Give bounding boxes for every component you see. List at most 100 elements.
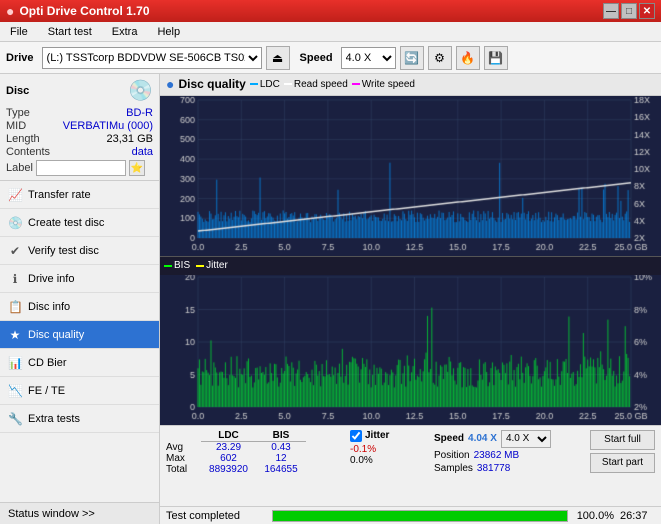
create-test-disc-icon: 💿	[8, 216, 22, 230]
avg-label: Avg	[166, 442, 201, 453]
avg-ldc: 23.29	[201, 442, 256, 453]
disc-mid-row: MID VERBATIMu (000)	[6, 120, 153, 132]
charts-container: BIS Jitter	[160, 96, 661, 425]
position-val: 23862 MB	[474, 450, 520, 461]
legend-jitter: Jitter	[196, 260, 228, 271]
nav-fe-te[interactable]: 📉 FE / TE	[0, 377, 159, 405]
disc-length-label: Length	[6, 133, 40, 145]
app-title: Opti Drive Control 1.70	[19, 4, 149, 18]
nav-fe-te-label: FE / TE	[28, 385, 65, 397]
legend-bis-label: BIS	[174, 260, 190, 271]
avg-bis: 0.43	[256, 442, 306, 453]
eject-button[interactable]: ⏏	[266, 46, 290, 70]
bottom-stats: LDC BIS Avg 23.29 0.43 Max 602 12 Tota	[160, 425, 661, 506]
disc-section: Disc 💿 Type BD-R MID VERBATIMu (000) Len…	[0, 74, 159, 181]
fe-te-icon: 📉	[8, 384, 22, 398]
drive-select[interactable]: (L:) TSSTcorp BDDVDW SE-506CB TS02	[42, 47, 262, 69]
disc-label-button[interactable]: ⭐	[129, 160, 145, 176]
menubar: File Start test Extra Help	[0, 22, 661, 42]
app-icon: ●	[6, 3, 14, 19]
start-part-button[interactable]: Start part	[590, 453, 655, 473]
chart-header: ● Disc quality LDC Read speed Write spee…	[160, 74, 661, 96]
speed-val: 4.04 X	[468, 433, 497, 444]
total-label: Total	[166, 464, 201, 475]
max-jitter: 0.0%	[350, 455, 430, 466]
speed-position-section: Speed 4.04 X 4.0 X Position 23862 MB Sam…	[434, 430, 564, 474]
close-button[interactable]: ✕	[639, 3, 655, 19]
top-chart-canvas	[160, 96, 661, 256]
bottom-chart-canvas	[160, 275, 661, 425]
titlebar-controls: — □ ✕	[603, 3, 655, 19]
chart-top	[160, 96, 661, 257]
nav-disc-info[interactable]: 📋 Disc info	[0, 293, 159, 321]
status-window-button[interactable]: Status window >>	[0, 502, 159, 524]
progress-bar	[272, 510, 568, 522]
menu-extra[interactable]: Extra	[106, 24, 144, 40]
speed-label: Speed	[300, 52, 333, 64]
samples-val: 381778	[477, 463, 510, 474]
nav-disc-quality-label: Disc quality	[28, 329, 84, 341]
burn-button[interactable]: 🔥	[456, 46, 480, 70]
jitter-section: Jitter -0.1% 0.0%	[350, 430, 430, 466]
start-full-button[interactable]: Start full	[590, 430, 655, 450]
jitter-checkbox[interactable]	[350, 430, 362, 442]
nav-extra-tests-label: Extra tests	[28, 413, 80, 425]
progress-fill	[273, 511, 567, 521]
refresh-button[interactable]: 🔄	[400, 46, 424, 70]
legend-ldc: LDC	[250, 79, 280, 90]
menu-help[interactable]: Help	[151, 24, 186, 40]
bis-header: BIS	[256, 430, 306, 442]
save-button[interactable]: 💾	[484, 46, 508, 70]
samples-label: Samples	[434, 463, 473, 474]
titlebar-left: ● Opti Drive Control 1.70	[6, 3, 150, 19]
menu-start-test[interactable]: Start test	[42, 24, 98, 40]
disc-contents-val: data	[132, 146, 153, 158]
nav-create-test-disc[interactable]: 💿 Create test disc	[0, 209, 159, 237]
max-label: Max	[166, 453, 201, 464]
right-panel: ● Disc quality LDC Read speed Write spee…	[160, 74, 661, 524]
stats-table: LDC BIS Avg 23.29 0.43 Max 602 12 Tota	[166, 430, 346, 475]
transfer-rate-icon: 📈	[8, 188, 22, 202]
nav-extra-tests[interactable]: 🔧 Extra tests	[0, 405, 159, 433]
disc-label-label: Label	[6, 162, 33, 174]
position-label: Position	[434, 450, 470, 461]
menu-file[interactable]: File	[4, 24, 34, 40]
titlebar: ● Opti Drive Control 1.70 — □ ✕	[0, 0, 661, 22]
legend-ldc-label: LDC	[260, 79, 280, 90]
legend-bis: BIS	[164, 260, 190, 271]
max-ldc: 602	[201, 453, 256, 464]
speed-select-stat[interactable]: 4.0 X	[501, 430, 551, 448]
extra-tests-icon: 🔧	[8, 412, 22, 426]
nav-transfer-rate-label: Transfer rate	[28, 189, 91, 201]
total-bis: 164655	[256, 464, 306, 475]
disc-section-title: Disc	[6, 85, 29, 97]
disc-contents-row: Contents data	[6, 146, 153, 158]
max-bis: 12	[256, 453, 306, 464]
progress-bar-section: Test completed 100.0% 26:37	[160, 506, 661, 524]
nav-create-test-disc-label: Create test disc	[28, 217, 104, 229]
disc-label-input[interactable]	[36, 160, 126, 176]
maximize-button[interactable]: □	[621, 3, 637, 19]
nav-disc-info-label: Disc info	[28, 301, 70, 313]
status-window-label: Status window >>	[8, 508, 95, 520]
avg-jitter: -0.1%	[350, 444, 430, 455]
nav-verify-test-disc[interactable]: ✔ Verify test disc	[0, 237, 159, 265]
nav-drive-info[interactable]: ℹ Drive info	[0, 265, 159, 293]
disc-icon: 💿	[128, 78, 153, 103]
disc-contents-label: Contents	[6, 146, 50, 158]
chart-bottom: BIS Jitter	[160, 257, 661, 425]
nav-disc-quality[interactable]: ★ Disc quality	[0, 321, 159, 349]
nav-cd-bler[interactable]: 📊 CD Bier	[0, 349, 159, 377]
total-ldc: 8893920	[201, 464, 256, 475]
status-text: Test completed	[166, 510, 266, 522]
right-controls: Start full Start part	[590, 430, 655, 473]
settings-button[interactable]: ⚙	[428, 46, 452, 70]
legend-jitter-label: Jitter	[206, 260, 228, 271]
disc-label-row: Label ⭐	[6, 160, 153, 176]
cd-bler-icon: 📊	[8, 356, 22, 370]
minimize-button[interactable]: —	[603, 3, 619, 19]
progress-time: 26:37	[620, 510, 655, 522]
legend-read: Read speed	[284, 79, 348, 90]
nav-transfer-rate[interactable]: 📈 Transfer rate	[0, 181, 159, 209]
speed-select[interactable]: 4.0 X	[341, 47, 396, 69]
